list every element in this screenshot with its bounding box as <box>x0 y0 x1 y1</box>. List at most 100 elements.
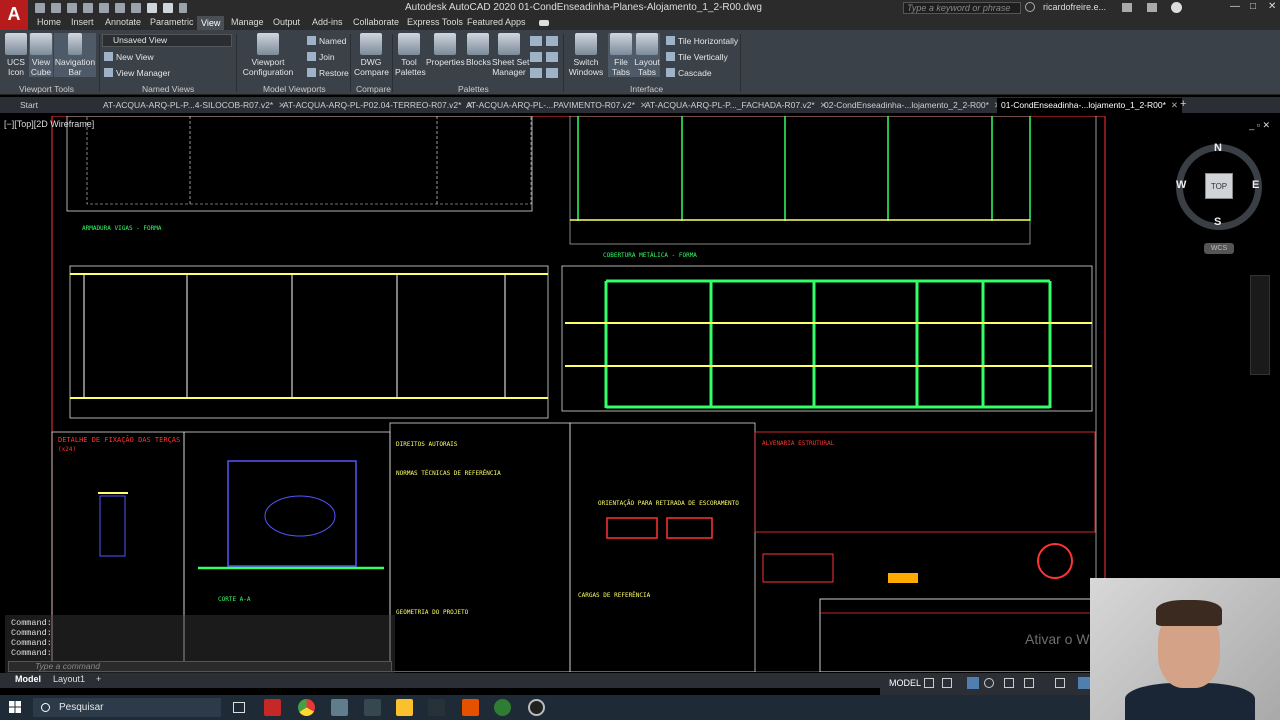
new-file-icon[interactable] <box>35 3 45 13</box>
compass-east[interactable]: E <box>1252 179 1259 191</box>
doc-tab-start[interactable]: Start <box>20 98 38 113</box>
tab-model[interactable]: Model <box>15 674 41 684</box>
close-tab-icon[interactable]: ✕ <box>1171 100 1178 110</box>
web-icon[interactable] <box>99 3 109 13</box>
file-tabs-button[interactable]: File Tabs <box>608 33 634 77</box>
tab-parametric[interactable]: Parametric <box>150 17 194 27</box>
restore-viewport-button[interactable]: Restore <box>307 68 349 78</box>
layout-tabs-button[interactable]: Layout Tabs <box>634 33 660 77</box>
file-explorer-icon[interactable] <box>396 699 413 716</box>
tile-horizontally-button[interactable]: Tile Horizontally <box>666 36 738 46</box>
named-view-dropdown[interactable]: Unsaved View <box>102 34 232 47</box>
viewcube-top[interactable]: TOP <box>1205 173 1233 199</box>
ortho-icon[interactable] <box>967 677 979 689</box>
plot-icon[interactable] <box>115 3 125 13</box>
viewport-window-controls[interactable]: _ ▫ ✕ <box>1249 120 1270 131</box>
tab-featured-apps[interactable]: Featured Apps <box>467 17 526 27</box>
close-button[interactable]: ✕ <box>1268 1 1276 12</box>
spotify-icon[interactable] <box>494 699 511 716</box>
chrome-icon[interactable] <box>298 699 315 716</box>
tab-collaborate[interactable]: Collaborate <box>353 17 399 27</box>
tqs-icon[interactable] <box>364 699 381 716</box>
tab-insert[interactable]: Insert <box>71 17 94 27</box>
viewport-configuration-button[interactable]: Viewport Configuration <box>240 33 296 77</box>
blocks-button[interactable]: Blocks <box>466 33 491 67</box>
task-view-icon[interactable] <box>233 702 245 713</box>
compass-north[interactable]: N <box>1214 142 1222 154</box>
navigation-bar-button[interactable]: Navigation Bar <box>54 33 96 77</box>
view-cube-button[interactable]: View Cube <box>29 33 53 77</box>
drawing-viewport[interactable]: DETALHE DE FIXAÇÃO DAS TERÇAS (x24) COBE… <box>0 116 1280 672</box>
new-view-button[interactable]: New View <box>104 52 154 62</box>
ucs-icon-button[interactable]: UCS Icon <box>4 33 28 77</box>
palette-small-icon[interactable] <box>530 68 542 78</box>
add-layout-button[interactable]: + <box>96 674 101 684</box>
tab-express-tools[interactable]: Express Tools <box>407 17 463 27</box>
osnap-icon[interactable] <box>1004 678 1014 688</box>
share-icon[interactable] <box>179 3 187 13</box>
customize-icon[interactable] <box>1078 677 1090 689</box>
command-input[interactable]: Type a command <box>8 661 392 672</box>
sheet-set-manager-button[interactable]: Sheet Set Manager <box>492 33 529 77</box>
new-tab-icon[interactable]: + <box>1180 98 1186 110</box>
compass-south[interactable]: S <box>1214 216 1221 228</box>
autocad-taskbar-icon[interactable] <box>264 699 281 716</box>
tab-add-ins[interactable]: Add-ins <box>312 17 343 27</box>
obs-icon[interactable] <box>528 699 545 716</box>
open-file-icon[interactable] <box>51 3 61 13</box>
snap-icon[interactable] <box>942 678 952 688</box>
doc-tab[interactable]: AT-ACQUA-ARQ-PL-P02.04-TERREO-R07.v2* ✕ <box>283 98 474 113</box>
redo-icon[interactable] <box>163 3 173 13</box>
doc-tab[interactable]: AT-ACQUA-ARQ-PL-P...4-SILOCOB-R07.v2* ✕ <box>103 98 285 113</box>
autocad-logo-icon[interactable]: A <box>0 0 28 30</box>
cascade-button[interactable]: Cascade <box>666 68 712 78</box>
tab-output[interactable]: Output <box>273 17 300 27</box>
tool-palettes-button[interactable]: Tool Palettes <box>395 33 426 77</box>
palettes-label[interactable]: Palettes <box>458 84 489 94</box>
palette-small-icon[interactable] <box>546 68 558 78</box>
navigation-bar[interactable] <box>1250 275 1270 375</box>
tab-layout1[interactable]: Layout1 <box>53 674 85 684</box>
grid-icon[interactable] <box>924 678 934 688</box>
windows-start-icon[interactable] <box>9 701 21 713</box>
named-viewport-button[interactable]: Named <box>307 36 346 46</box>
ribbon-options-icon[interactable] <box>539 20 549 26</box>
minimize-button[interactable]: — <box>1230 1 1240 12</box>
palette-small-icon[interactable] <box>546 52 558 62</box>
polar-icon[interactable] <box>984 678 994 688</box>
doc-tab-active[interactable]: 01-CondEnseadinha-...lojamento_1_2-R00* ✕ <box>997 98 1183 113</box>
tab-annotate[interactable]: Annotate <box>105 17 141 27</box>
palette-small-icon[interactable] <box>530 52 542 62</box>
help-icon[interactable] <box>1171 2 1182 13</box>
viewport-controls-label[interactable]: [−][Top][2D Wireframe] <box>4 119 94 129</box>
autocad-classic-icon[interactable] <box>428 699 445 716</box>
doc-tab[interactable]: AT-ACQUA-ARQ-PL-P..._FACHADA-R07.v2* ✕ <box>645 98 827 113</box>
cart-icon[interactable] <box>1122 3 1132 12</box>
palette-small-icon[interactable] <box>530 36 542 46</box>
calculator-icon[interactable] <box>331 699 348 716</box>
otrack-icon[interactable] <box>1024 678 1034 688</box>
model-space-button[interactable]: MODEL <box>889 678 921 688</box>
search-icon[interactable] <box>1025 2 1035 12</box>
properties-button[interactable]: Properties <box>426 33 465 67</box>
taskbar-search[interactable]: Pesquisar <box>33 698 221 717</box>
user-account[interactable]: ricardofreire.e... <box>1043 2 1106 12</box>
exchange-icon[interactable] <box>1147 3 1157 12</box>
join-viewport-button[interactable]: Join <box>307 52 335 62</box>
maximize-button[interactable]: □ <box>1250 1 1256 12</box>
app-x-icon[interactable] <box>462 699 479 716</box>
switch-windows-button[interactable]: Switch Windows <box>567 33 605 77</box>
palette-small-icon[interactable] <box>546 36 558 46</box>
doc-tab[interactable]: 02-CondEnseadinha-...lojamento_2_2-R00*✕ <box>824 98 1001 113</box>
tab-view[interactable]: View <box>197 16 225 30</box>
save-as-icon[interactable] <box>83 3 93 13</box>
tile-vertically-button[interactable]: Tile Vertically <box>666 52 728 62</box>
keyword-search-input[interactable]: Type a keyword or phrase <box>903 2 1021 14</box>
undo-icon[interactable] <box>147 3 157 13</box>
dwg-compare-button[interactable]: DWG Compare <box>354 33 389 77</box>
compass-west[interactable]: W <box>1176 179 1186 191</box>
annotation-icon[interactable] <box>1055 678 1065 688</box>
viewport-tools-label[interactable]: Viewport Tools <box>19 84 74 94</box>
tab-home[interactable]: Home <box>37 17 61 27</box>
tab-manage[interactable]: Manage <box>231 17 264 27</box>
